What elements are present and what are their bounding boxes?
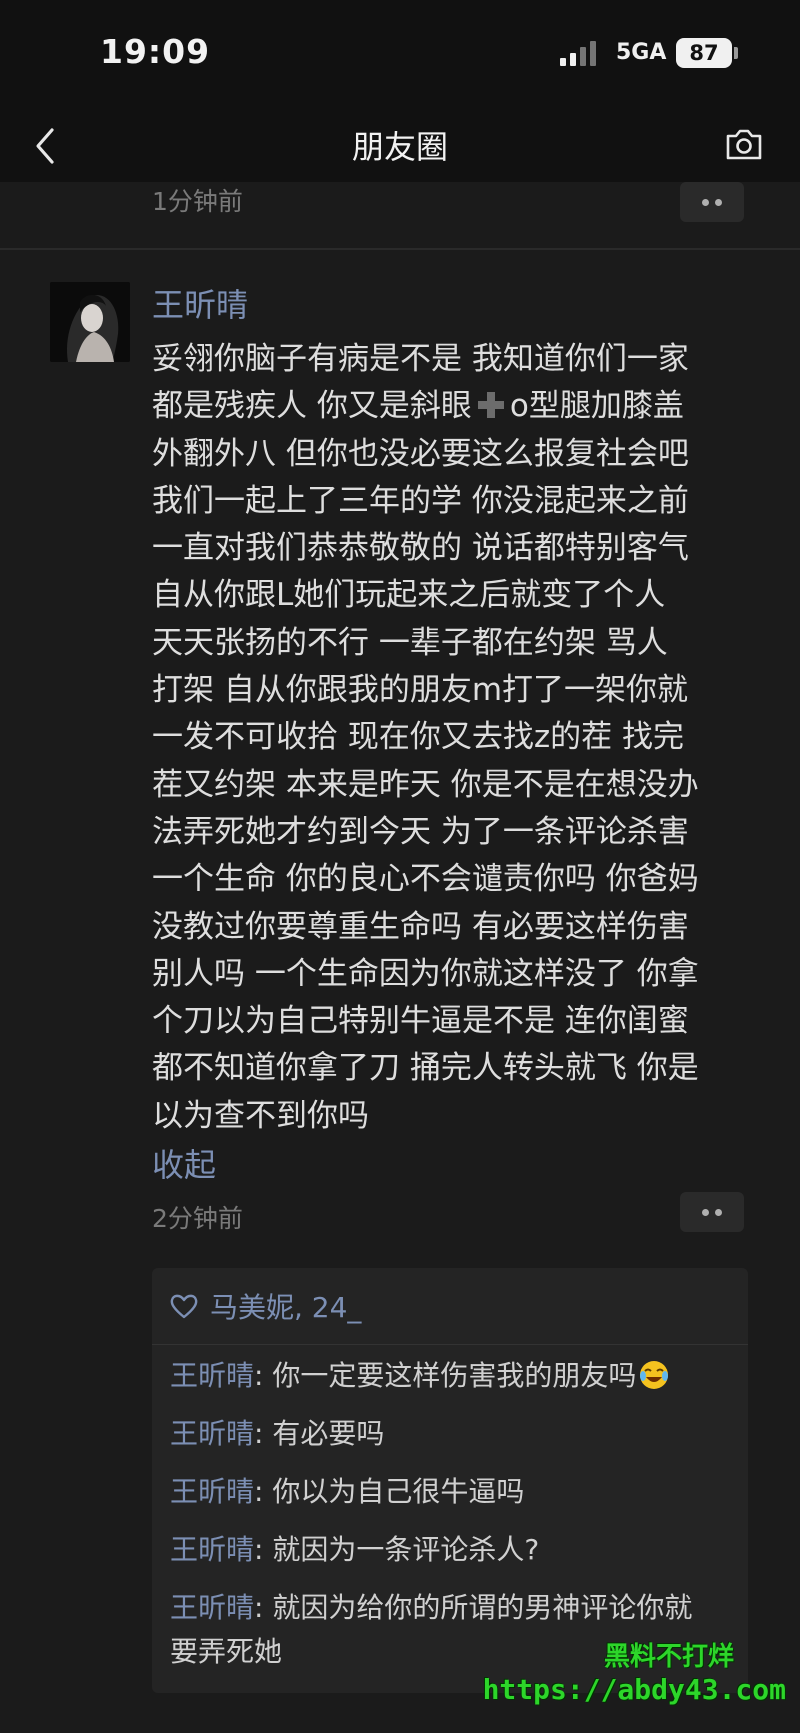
- battery-level: 87: [689, 41, 719, 65]
- likes-row: 马美妮, 24_: [170, 1282, 361, 1330]
- avatar-portrait-icon: [50, 282, 130, 362]
- post-body: 妥翎你脑子有病是不是 我知道你们一家 都是残疾人 你又是斜眼 o型腿加膝盖 外翻外…: [152, 336, 752, 1140]
- watermark-url: https://abdy43.com: [482, 1673, 786, 1706]
- post-line: 一个生命 你的良心不会谴责你吗 你爸妈: [152, 861, 699, 898]
- post-time: 2分钟前: [152, 1204, 243, 1233]
- comment-separator: :: [254, 1533, 273, 1566]
- post-line: 打架 自从你跟我的朋友m打了一架你就: [152, 672, 689, 709]
- comment-author[interactable]: 王昕晴: [170, 1591, 254, 1624]
- divider: [0, 248, 800, 250]
- signal-icon: [560, 40, 606, 66]
- dot-icon: [715, 1208, 722, 1216]
- divider: [152, 1344, 748, 1345]
- post-line-text: 都是残疾人 你又是斜眼: [152, 388, 472, 425]
- previous-post-footer: 1分钟前: [0, 182, 800, 248]
- battery-icon: 87: [676, 38, 732, 68]
- comment-separator: :: [254, 1591, 273, 1624]
- post-author[interactable]: 王昕晴: [152, 280, 248, 326]
- collapse-link[interactable]: 收起: [152, 1140, 216, 1186]
- camera-icon[interactable]: [724, 126, 764, 162]
- dot-icon: [702, 198, 709, 206]
- status-bar: 19:09 5GA 87: [0, 0, 800, 108]
- likes-comments-box: 马美妮, 24_ 王昕晴: 你一定要这样伤害我的朋友吗 王昕晴: 有必要吗 王昕…: [152, 1268, 748, 1693]
- comment-author[interactable]: 王昕晴: [170, 1359, 254, 1392]
- more-button[interactable]: [680, 182, 744, 222]
- more-button[interactable]: [680, 1192, 744, 1232]
- page-title: 朋友圈: [351, 128, 448, 166]
- status-time: 19:09: [100, 32, 211, 71]
- comment-separator: :: [254, 1475, 273, 1508]
- comment-item[interactable]: 王昕晴: 你以为自己很牛逼吗: [170, 1470, 730, 1514]
- post-line: 一发不可收拾 现在你又去找z的茬 找完: [152, 719, 684, 756]
- dot-icon: [715, 198, 722, 206]
- comment-author[interactable]: 王昕晴: [170, 1417, 254, 1450]
- comment-author[interactable]: 王昕晴: [170, 1533, 254, 1566]
- watermark-title: 黑料不打烊: [603, 1642, 734, 1672]
- post-line: 都不知道你拿了刀 捅完人转头就飞 你是: [152, 1050, 699, 1087]
- comment-author[interactable]: 王昕晴: [170, 1475, 254, 1508]
- post-line: 我们一起上了三年的学 你没混起来之前: [152, 482, 689, 519]
- battery-tip: [734, 47, 738, 59]
- network-type: 5GA: [616, 40, 667, 65]
- avatar[interactable]: [50, 282, 130, 362]
- post-line-tail: o型腿加膝盖: [509, 388, 684, 425]
- post-line: 自从你跟L她们玩起来之后就变了个人: [152, 577, 666, 614]
- plus-icon: [477, 392, 504, 419]
- watermark: 黑料不打烊 https://abdy43.com: [483, 1636, 786, 1706]
- comment-text: 你一定要这样伤害我的朋友吗: [272, 1359, 637, 1392]
- post-line: 天天张扬的不行 一辈子都在约架 骂人: [152, 624, 668, 661]
- crying-laughing-emoji-icon: [640, 1361, 669, 1389]
- dot-icon: [702, 1208, 709, 1216]
- comment-separator: :: [254, 1417, 273, 1450]
- comment-separator: :: [254, 1359, 273, 1392]
- comment-item[interactable]: 王昕晴: 有必要吗: [170, 1412, 730, 1456]
- heart-icon: [170, 1294, 198, 1319]
- post-line: 茬又约架 本来是昨天 你是不是在想没办: [152, 766, 699, 803]
- previous-post-time: 1分钟前: [152, 187, 243, 216]
- comment-item[interactable]: 王昕晴: 你一定要这样伤害我的朋友吗: [170, 1354, 730, 1398]
- post-line: 个刀以为自己特别牛逼是不是 连你闺蜜: [152, 1003, 689, 1040]
- post-line: 没教过你要尊重生命吗 有必要这样伤害: [152, 908, 689, 945]
- likes-names[interactable]: 马美妮, 24_: [210, 1286, 361, 1326]
- post-line: 以为查不到你吗: [152, 1097, 369, 1134]
- post-line: 一直对我们恭恭敬敬的 说话都特别客气: [152, 530, 689, 567]
- post-line: 外翻外八 但你也没必要这么报复社会吧: [152, 435, 689, 472]
- comment-text: 就因为一条评论杀人?: [272, 1533, 540, 1566]
- comment-text: 你以为自己很牛逼吗: [272, 1475, 525, 1508]
- post-line: 法弄死她才约到今天 为了一条评论杀害: [152, 813, 689, 850]
- post-line: 都是残疾人 你又是斜眼 o型腿加膝盖: [152, 383, 752, 430]
- post-line: 妥翎你脑子有病是不是 我知道你们一家: [152, 341, 689, 377]
- comment-text: 有必要吗: [272, 1417, 385, 1450]
- nav-bar: 朋友圈: [0, 108, 800, 182]
- comment-item[interactable]: 王昕晴: 就因为一条评论杀人?: [170, 1528, 730, 1572]
- post-line: 别人吗 一个生命因为你就这样没了 你拿: [152, 955, 699, 992]
